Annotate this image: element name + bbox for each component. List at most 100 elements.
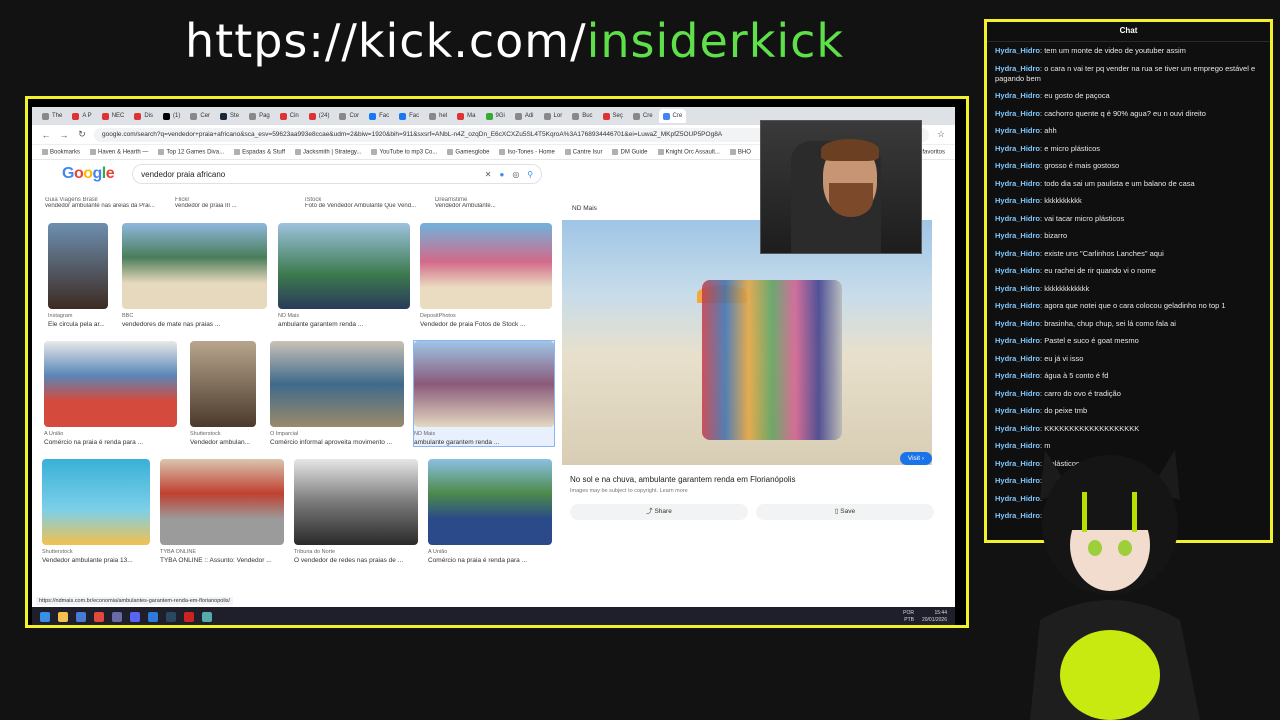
- result-caption[interactable]: Foto de Vendedor Ambulante Que Vend...: [305, 203, 430, 209]
- image-result[interactable]: TYBA ONLINE TYBA ONLINE :: Assunto: Vende…: [160, 459, 284, 564]
- bookmark-item[interactable]: YouTube to mp3 Co...: [371, 148, 437, 155]
- result-caption[interactable]: ambulante garantem renda ...: [414, 439, 554, 446]
- result-caption[interactable]: Vendedor ambulan...: [190, 439, 256, 446]
- result-caption[interactable]: vendedor ambulante nas areias da Prai...: [45, 203, 170, 209]
- browser-tab[interactable]: NEC: [98, 109, 129, 123]
- browser-tab[interactable]: (24): [305, 109, 334, 123]
- star-icon[interactable]: ☆: [935, 129, 947, 140]
- chat-username[interactable]: Hydra_Hidro: [995, 249, 1040, 258]
- bookmark-item[interactable]: Cantre Isur: [564, 148, 602, 155]
- image-result-selected[interactable]: ND Mais ambulante garantem renda ...: [413, 340, 555, 447]
- image-result[interactable]: Instagram Ele circula pela ar...: [48, 223, 108, 328]
- result-image[interactable]: [160, 459, 284, 545]
- result-caption[interactable]: TYBA ONLINE :: Assunto: Vendedor ...: [160, 557, 284, 564]
- bookmark-item[interactable]: Espadas & Stuff: [234, 148, 285, 155]
- browser-tab[interactable]: 9Gi: [482, 109, 509, 123]
- result-caption[interactable]: Comércio na praia é renda para ...: [428, 557, 552, 564]
- result-caption[interactable]: Vendedor Ambulante...: [435, 203, 560, 209]
- result-caption[interactable]: Comércio informal aproveita movimento ..…: [270, 439, 404, 446]
- bookmark-item[interactable]: Bookmarks: [42, 148, 80, 155]
- browser-tab[interactable]: Cin: [276, 109, 303, 123]
- result-caption[interactable]: ambulante garantem renda ...: [278, 321, 410, 328]
- chat-username[interactable]: Hydra_Hidro: [995, 406, 1040, 415]
- app-icon[interactable]: [112, 612, 122, 622]
- result-image[interactable]: [414, 341, 554, 427]
- chat-username[interactable]: Hydra_Hidro: [995, 214, 1040, 223]
- browser-tab[interactable]: Buc: [568, 109, 596, 123]
- chat-username[interactable]: Hydra_Hidro: [995, 354, 1040, 363]
- bookmark-item[interactable]: Iso-Tones - Home: [499, 148, 555, 155]
- chat-username[interactable]: Hydra_Hidro: [995, 389, 1040, 398]
- browser-tab[interactable]: Cer: [186, 109, 214, 123]
- result-caption[interactable]: Vendedor de praia Fotos de Stock ...: [420, 321, 552, 328]
- browser-tab[interactable]: The: [38, 109, 66, 123]
- chat-username[interactable]: Hydra_Hidro: [995, 336, 1040, 345]
- image-result[interactable]: DepositPhotos Vendedor de praia Fotos de …: [420, 223, 552, 328]
- clock[interactable]: 15:44 20/01/2026: [922, 610, 947, 624]
- result-caption[interactable]: vendedor de praia III ...: [175, 203, 300, 209]
- result-image[interactable]: [48, 223, 108, 309]
- browser-tab[interactable]: Fac: [395, 109, 423, 123]
- discord-icon[interactable]: [130, 612, 140, 622]
- chat-username[interactable]: Hydra_Hidro: [995, 144, 1040, 153]
- image-result[interactable]: Tribuna do Norte O vendedor de redes nas …: [294, 459, 418, 564]
- result-image[interactable]: [270, 341, 404, 427]
- chat-username[interactable]: Hydra_Hidro: [995, 301, 1040, 310]
- image-result[interactable]: BBC vendedores de mate nas praias ...: [122, 223, 267, 328]
- back-icon[interactable]: ←: [40, 130, 52, 140]
- image-result[interactable]: Shutterstock Vendedor ambulante praia 13.…: [42, 459, 150, 564]
- browser-tab[interactable]: (1): [159, 109, 184, 123]
- search-input[interactable]: vendedor praia africano: [141, 170, 477, 179]
- browser-tab[interactable]: Seç: [599, 109, 627, 123]
- result-image[interactable]: [190, 341, 256, 427]
- chat-username[interactable]: Hydra_Hidro: [995, 46, 1040, 55]
- steam-icon[interactable]: [166, 612, 176, 622]
- bookmark-item[interactable]: Jacksmith | Strategy...: [295, 148, 361, 155]
- bookmark-item[interactable]: Top 12 Games Diva...: [158, 148, 224, 155]
- image-result[interactable]: O Imparcial Comércio informal aproveita m…: [270, 341, 404, 446]
- save-button[interactable]: ▯ Save: [756, 504, 934, 520]
- app-icon[interactable]: [76, 612, 86, 622]
- result-image[interactable]: [44, 341, 177, 427]
- browser-tab[interactable]: Dis: [130, 109, 157, 123]
- chat-username[interactable]: Hydra_Hidro: [995, 231, 1040, 240]
- chat-username[interactable]: Hydra_Hidro: [995, 126, 1040, 135]
- result-caption[interactable]: O vendedor de redes nas praias de ...: [294, 557, 418, 564]
- browser-tab[interactable]: Cre: [629, 109, 657, 123]
- chrome-icon[interactable]: [94, 612, 104, 622]
- browser-tab-active[interactable]: Cre: [658, 109, 687, 123]
- chat-username[interactable]: Hydra_Hidro: [995, 179, 1040, 188]
- language-indicator[interactable]: POR PTB: [903, 610, 914, 624]
- browser-tab[interactable]: Ma: [453, 109, 479, 123]
- preview-image[interactable]: [562, 220, 932, 465]
- obs-icon[interactable]: [184, 612, 194, 622]
- image-result[interactable]: A União Comércio na praia é renda para ..…: [44, 341, 177, 446]
- vscode-icon[interactable]: [148, 612, 158, 622]
- result-image[interactable]: [42, 459, 150, 545]
- browser-tab[interactable]: A P: [68, 109, 95, 123]
- preview-title[interactable]: No sol e na chuva, ambulante garantem re…: [562, 465, 942, 484]
- chat-username[interactable]: Hydra_Hidro: [995, 284, 1040, 293]
- bookmark-item[interactable]: Knight Orc Assault...: [657, 148, 720, 155]
- browser-tab[interactable]: Fac: [365, 109, 393, 123]
- result-image[interactable]: [420, 223, 552, 309]
- search-icon[interactable]: ⚲: [527, 170, 533, 179]
- search-box[interactable]: vendedor praia africano ✕ ● ◎ ⚲: [132, 164, 543, 184]
- app-icon[interactable]: [202, 612, 212, 622]
- chat-username[interactable]: Hydra_Hidro: [995, 196, 1040, 205]
- chat-username[interactable]: Hydra_Hidro: [995, 319, 1040, 328]
- share-button[interactable]: ⤴ Share: [570, 504, 748, 520]
- bookmark-item[interactable]: DM Guide: [612, 148, 648, 155]
- image-result[interactable]: Shutterstock Vendedor ambulan...: [190, 341, 256, 446]
- browser-tab[interactable]: Adi: [511, 109, 538, 123]
- result-image[interactable]: [278, 223, 410, 309]
- reload-icon[interactable]: ↻: [76, 129, 88, 140]
- chat-username[interactable]: Hydra_Hidro: [995, 64, 1040, 73]
- clear-icon[interactable]: ✕: [485, 170, 492, 179]
- browser-tab[interactable]: Pag: [245, 109, 274, 123]
- result-image[interactable]: [122, 223, 267, 309]
- bookmark-item[interactable]: BHO: [729, 148, 751, 155]
- chat-username[interactable]: Hydra_Hidro: [995, 91, 1040, 100]
- visit-button[interactable]: Visit ›: [899, 452, 932, 465]
- image-result[interactable]: A União Comércio na praia é renda para ..…: [428, 459, 552, 564]
